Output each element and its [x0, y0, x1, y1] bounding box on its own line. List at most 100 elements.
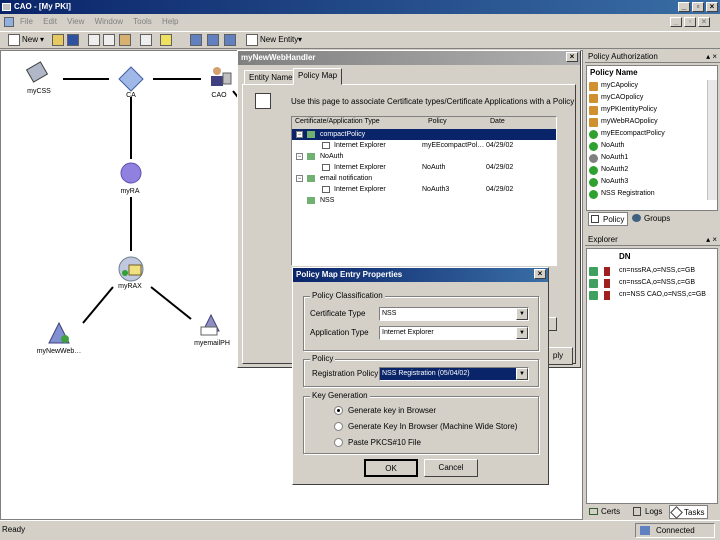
option-generate-machine-store[interactable]: Generate Key In Browser (Machine Wide St… — [348, 422, 517, 431]
cert-type-icon — [307, 175, 315, 182]
explorer-row[interactable]: cn=nssRA,o=NSS,c=GB — [589, 265, 695, 277]
menu-file[interactable]: File — [20, 17, 33, 26]
app-menu-icon[interactable] — [4, 17, 14, 27]
policy-item-mycapolicy[interactable]: myCApolicy — [589, 80, 638, 92]
policy-map-tree[interactable]: Certificate/Application Type Policy Date… — [291, 116, 557, 266]
tab-certs[interactable]: Certs — [587, 505, 620, 519]
policy-item-noauth1[interactable]: NoAuth1 — [589, 152, 628, 164]
policy-item-myeecompactpolicy[interactable]: myEEcompactPolicy — [589, 128, 665, 140]
paste-icon[interactable] — [119, 34, 131, 46]
node-label-myra[interactable]: myRA — [100, 188, 160, 195]
menu-help[interactable]: Help — [162, 17, 178, 26]
policy-item-nss-registration[interactable]: NSS Registration — [589, 188, 655, 200]
explorer-row[interactable]: cn=nssCA,o=NSS,c=GB — [589, 277, 695, 289]
policy-item-noauth2[interactable]: NoAuth2 — [589, 164, 628, 176]
chevron-down-icon[interactable]: ▼ — [516, 327, 528, 339]
tab-tasks[interactable]: Tasks — [669, 505, 709, 519]
node-label-ca[interactable]: CA — [101, 92, 161, 99]
network-layout-icon[interactable] — [207, 34, 219, 46]
policy-item-mypkientitypolicy[interactable]: myPKIentityPolicy — [589, 104, 657, 116]
explorer-panel-header: Explorer ▴ × — [585, 233, 720, 246]
network-view-icon[interactable] — [190, 34, 202, 46]
policy-list-scrollbar[interactable] — [707, 80, 717, 200]
new-entity-chevron-icon[interactable]: ▾ — [298, 35, 302, 44]
radio-generate-in-browser[interactable] — [334, 406, 343, 415]
policy-panel-controls[interactable]: ▴ × — [706, 50, 717, 63]
tab-groups[interactable]: Groups — [630, 212, 670, 226]
network-tree-icon[interactable] — [224, 34, 236, 46]
certificate-type-select[interactable]: NSS ▼ — [379, 307, 529, 321]
tree-row-name: NoAuth — [320, 153, 344, 160]
mdi-close-button[interactable]: × — [698, 17, 710, 27]
help-icon[interactable] — [160, 34, 172, 46]
collapse-icon[interactable]: − — [296, 175, 303, 182]
open-folder-icon[interactable] — [52, 34, 64, 46]
maximize-button[interactable]: ▫ — [692, 2, 704, 12]
policy-item-mycaopolicy[interactable]: myCAOpolicy — [589, 92, 643, 104]
tab-policy[interactable]: Policy — [588, 212, 629, 226]
tab-policy-map[interactable]: Policy Map — [293, 68, 343, 85]
column-header-policy[interactable]: Policy — [428, 118, 447, 125]
tree-row-selected[interactable]: − compactPolicy — [292, 129, 556, 140]
new-entity-button[interactable]: New Entity — [260, 35, 298, 44]
mdi-minimize-button[interactable]: _ — [670, 17, 682, 27]
new-entity-icon[interactable] — [246, 34, 258, 46]
option-generate-in-browser[interactable]: Generate key in Browser — [348, 406, 436, 415]
application-type-select[interactable]: Internet Explorer ▼ — [379, 326, 529, 340]
policy-group: Policy Registration Policy NSS Registrat… — [303, 354, 539, 387]
minimize-button[interactable]: _ — [678, 2, 690, 12]
policy-group-label: Policy — [310, 354, 336, 363]
entry-dialog-close-button[interactable]: × — [534, 269, 546, 279]
chevron-down-icon[interactable]: ▼ — [516, 308, 528, 320]
policy-item-mywebraopolicy[interactable]: myWebRAOpolicy — [589, 116, 658, 128]
explorer-row[interactable]: cn=NSS CAO,o=NSS,c=GB — [589, 289, 706, 301]
tree-row[interactable]: − email notification — [292, 173, 556, 184]
policy-list[interactable]: Policy Name myCApolicy myCAOpolicy myPKI… — [586, 65, 718, 211]
tree-row-name: email notification — [320, 175, 373, 182]
explorer-list[interactable]: DN cn=nssRA,o=NSS,c=GB cn=nssCA,o=NSS,c=… — [586, 248, 718, 504]
save-icon[interactable] — [67, 34, 79, 46]
tree-row[interactable]: − NoAuth — [292, 151, 556, 162]
copy-icon[interactable] — [103, 34, 115, 46]
mdi-restore-button[interactable]: ▫ — [684, 17, 696, 27]
tree-row[interactable]: Internet Explorer NoAuth 04/29/02 — [292, 162, 556, 173]
menu-view[interactable]: View — [67, 17, 84, 26]
node-label-myemailph[interactable]: myemailPH — [182, 340, 242, 347]
menu-window[interactable]: Window — [95, 17, 123, 26]
column-header-date[interactable]: Date — [490, 118, 505, 125]
menu-edit[interactable]: Edit — [43, 17, 57, 26]
option-paste-pkcs10[interactable]: Paste PKCS#10 File — [348, 438, 421, 447]
new-document-icon[interactable] — [8, 34, 20, 46]
ok-button[interactable]: OK — [364, 459, 418, 477]
collapse-icon[interactable]: − — [296, 153, 303, 160]
handler-dialog-close-button[interactable]: × — [566, 52, 578, 62]
radio-paste-pkcs10[interactable] — [334, 438, 343, 447]
policy-item-noauth3[interactable]: NoAuth3 — [589, 176, 628, 188]
explorer-panel-controls[interactable]: ▴ × — [706, 233, 717, 246]
tree-row[interactable]: Internet Explorer NoAuth3 04/29/02 — [292, 184, 556, 195]
new-dropdown-chevron-icon[interactable]: ▾ — [40, 35, 44, 44]
new-button-label[interactable]: New — [22, 35, 38, 44]
certs-tab-icon — [589, 508, 598, 515]
tab-entity-name[interactable]: Entity Name — [244, 70, 298, 85]
column-header-type[interactable]: Certificate/Application Type — [295, 118, 380, 125]
policy-item-noauth[interactable]: NoAuth — [589, 140, 624, 152]
close-button[interactable]: × — [706, 2, 718, 12]
cut-icon[interactable] — [88, 34, 100, 46]
node-label-myrax[interactable]: myRAX — [100, 283, 160, 290]
tree-row-date: 04/29/02 — [486, 164, 514, 171]
tree-row[interactable]: Internet Explorer myEEcompactPol… 04/29/… — [292, 140, 556, 151]
chevron-down-icon[interactable]: ▼ — [516, 368, 528, 380]
tab-logs[interactable]: Logs — [631, 505, 662, 519]
registration-policy-select[interactable]: NSS Registration (05/04/02) ▼ — [379, 367, 529, 381]
node-label-mycss[interactable]: myCSS — [9, 88, 69, 95]
radio-generate-machine-store[interactable] — [334, 422, 343, 431]
print-icon[interactable] — [140, 34, 152, 46]
tree-row[interactable]: NSS — [292, 195, 556, 206]
node-label-mynewweb[interactable]: myNewWeb… — [29, 348, 89, 355]
cancel-button[interactable]: Cancel — [424, 459, 478, 477]
dn-column-header[interactable]: DN — [619, 252, 631, 261]
collapse-icon[interactable]: − — [296, 131, 303, 138]
menu-tools[interactable]: Tools — [133, 17, 152, 26]
policy-name-column-header[interactable]: Policy Name — [590, 68, 638, 77]
